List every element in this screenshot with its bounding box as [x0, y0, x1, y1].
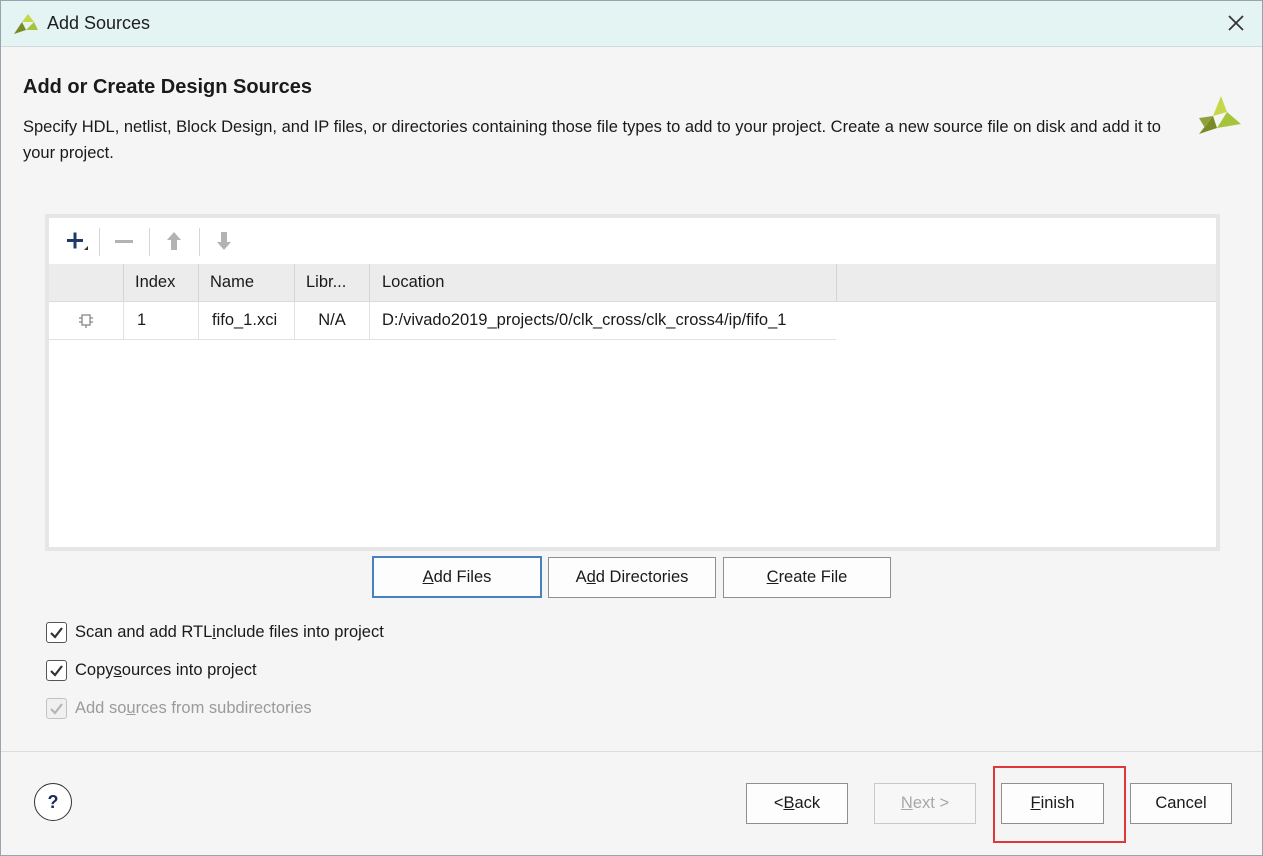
arrow-up-icon: [167, 232, 181, 250]
table-row[interactable]: 1 fifo_1.xci N/A D:/vivado2019_projects/…: [49, 302, 836, 340]
add-files-button[interactable]: Add Files: [372, 556, 542, 598]
checkbox-box: [46, 659, 67, 681]
column-library[interactable]: Libr...: [295, 264, 370, 301]
page-header: Add or Create Design Sources Specify HDL…: [1, 48, 1262, 173]
checkmark-icon: [50, 626, 63, 639]
window-title: Add Sources: [47, 13, 151, 33]
add-source-button[interactable]: [61, 228, 91, 254]
finish-highlight-box: [993, 766, 1126, 843]
column-icon: [49, 264, 124, 301]
minus-icon: [115, 240, 133, 243]
row-location: D:/vivado2019_projects/0/clk_cross/clk_c…: [382, 311, 787, 329]
checkmark-icon: [50, 664, 63, 677]
column-name[interactable]: Name: [199, 264, 295, 301]
row-icon-cell: [49, 302, 124, 339]
cancel-button[interactable]: Cancel: [1130, 783, 1232, 824]
close-icon[interactable]: [1224, 11, 1248, 35]
vivado-brand-icon: [1199, 96, 1241, 134]
row-library: N/A: [295, 302, 370, 339]
row-name: fifo_1.xci: [199, 302, 295, 339]
scan-rtl-checkbox[interactable]: Scan and add RTL i nclude files into proj…: [46, 621, 384, 643]
footer-divider: [1, 751, 1262, 752]
checkmark-icon: [50, 702, 63, 715]
add-directories-button[interactable]: Add Directories: [548, 557, 716, 598]
column-index[interactable]: Index: [124, 264, 199, 301]
move-down-button[interactable]: [209, 228, 239, 254]
title-bar: Add Sources: [1, 1, 1262, 47]
ip-core-icon: [79, 313, 93, 328]
move-up-button[interactable]: [159, 228, 189, 254]
add-subdirectories-checkbox: Add so u rces from subdirectories: [46, 697, 312, 719]
back-button[interactable]: < Back: [746, 783, 848, 824]
create-file-button[interactable]: Create File: [723, 557, 891, 598]
sources-toolbar: [49, 218, 1216, 264]
plus-icon: [67, 232, 88, 250]
next-button: Next >: [874, 783, 976, 824]
copy-sources-checkbox[interactable]: Copy s ources into project: [46, 659, 257, 681]
checkbox-box: [46, 697, 67, 719]
column-location[interactable]: Location: [370, 264, 837, 301]
arrow-down-icon: [217, 232, 231, 250]
page-description: Specify HDL, netlist, Block Design, and …: [23, 118, 1161, 162]
vivado-logo-icon: [14, 14, 38, 34]
checkbox-box: [46, 621, 67, 643]
table-header: Index Name Libr... Location: [49, 264, 1216, 302]
page-title: Add or Create Design Sources: [23, 76, 312, 98]
sources-panel: Index Name Libr... Location 1 fifo_1.xci…: [45, 214, 1220, 551]
help-button[interactable]: ?: [34, 783, 72, 821]
remove-source-button[interactable]: [109, 228, 139, 254]
add-sources-dialog: Add Sources Add or Create Design Sources…: [0, 0, 1263, 856]
row-index: 1: [124, 302, 199, 339]
